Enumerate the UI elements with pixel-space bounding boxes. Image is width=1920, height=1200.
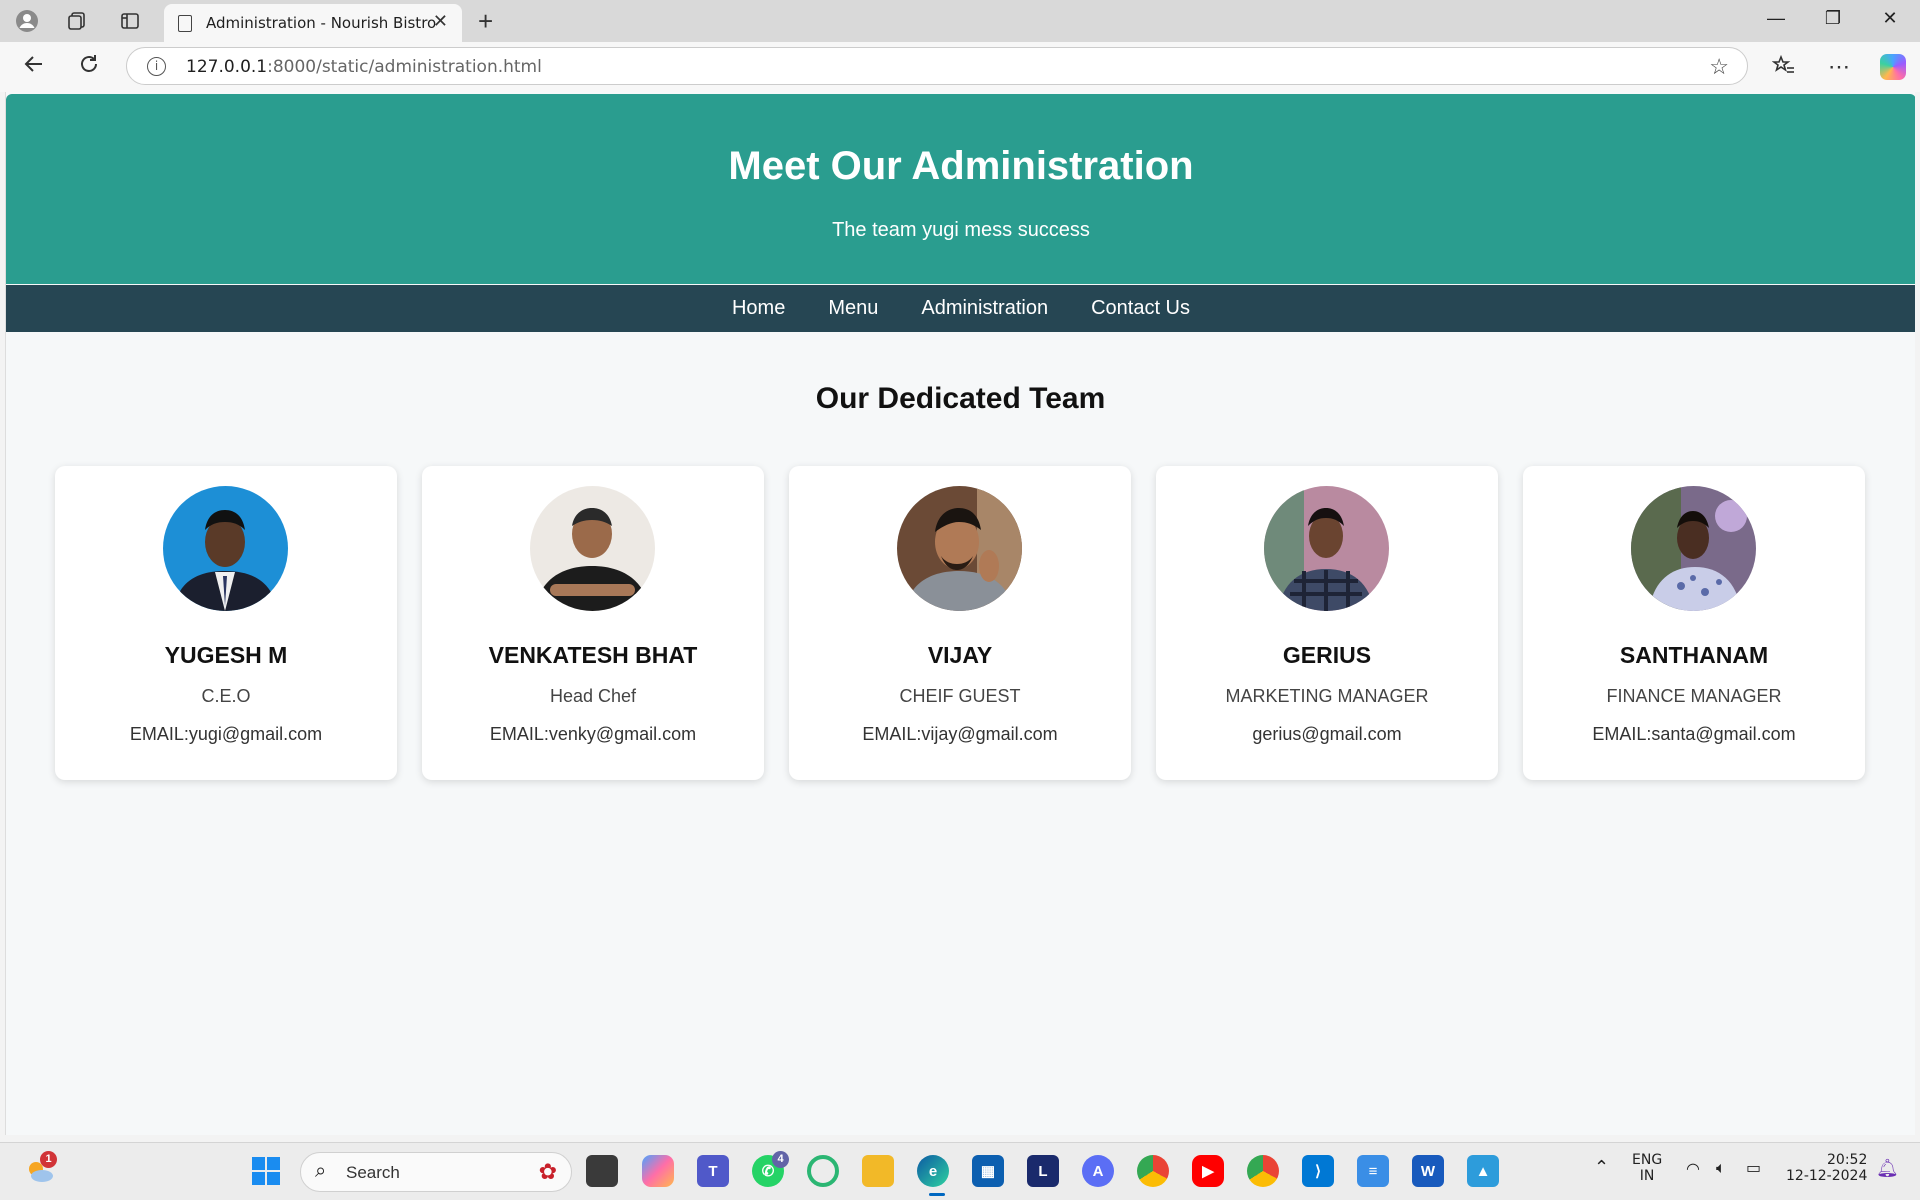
site-info-icon[interactable]: i xyxy=(147,57,166,76)
close-window-icon[interactable]: ✕ xyxy=(1870,8,1910,29)
copilot-icon[interactable] xyxy=(1880,54,1906,80)
member-photo xyxy=(1631,486,1756,611)
search-icon: ⌕ xyxy=(315,1160,327,1182)
chrome-profile-icon[interactable] xyxy=(1247,1155,1279,1187)
address-bar[interactable]: i 127.0.0.1:8000/static/administration.h… xyxy=(126,47,1748,85)
nav-administration[interactable]: Administration xyxy=(921,297,1048,320)
member-email: gerius@gmail.com xyxy=(1252,724,1402,744)
member-photo xyxy=(163,486,288,611)
windows-taskbar: 1 ⌕ Search ✿ T ✆ 4 e ▦ L A ▶ ⟩ ≡ W ▲ ⌃ E… xyxy=(0,1142,1920,1200)
team-cards: YUGESH M C.E.O EMAIL:yugi@gmail.com VENK… xyxy=(55,466,1875,780)
page-icon xyxy=(178,15,192,32)
team-card: YUGESH M C.E.O EMAIL:yugi@gmail.com xyxy=(55,466,397,780)
team-card: VENKATESH BHAT Head Chef EMAIL:venky@gma… xyxy=(422,466,764,780)
collections-icon[interactable] xyxy=(64,8,90,34)
browser-tab-bar: Administration - Nourish Bistro ✕ + — ❐ … xyxy=(0,0,1920,42)
active-tab[interactable]: Administration - Nourish Bistro ✕ xyxy=(164,4,462,42)
team-card: SANTHANAM FINANCE MANAGER EMAIL:santa@gm… xyxy=(1523,466,1865,780)
language-indicator[interactable]: ENG IN xyxy=(1632,1152,1662,1184)
word-icon[interactable]: W xyxy=(1412,1155,1444,1187)
member-photo xyxy=(897,486,1022,611)
page-subtitle: The team yugi mess success xyxy=(832,219,1090,241)
search-label: Search xyxy=(346,1163,400,1182)
teams-icon[interactable]: T xyxy=(697,1155,729,1187)
battery-icon[interactable]: ▭ xyxy=(1746,1158,1761,1177)
member-email: EMAIL:yugi@gmail.com xyxy=(129,724,323,744)
member-name: SANTHANAM xyxy=(1619,642,1769,668)
back-arrow-icon[interactable] xyxy=(22,52,46,83)
section-title: Our Dedicated Team xyxy=(815,382,1106,415)
favorite-star-icon[interactable]: ☆ xyxy=(1709,54,1729,80)
minimize-icon[interactable]: — xyxy=(1756,8,1796,29)
browser-toolbar: i 127.0.0.1:8000/static/administration.h… xyxy=(0,42,1920,92)
volume-icon[interactable]: 🔈︎ xyxy=(1716,1158,1726,1178)
member-name: VENKATESH BHAT xyxy=(488,642,698,668)
copilot-app-icon[interactable] xyxy=(642,1155,674,1187)
language-secondary: IN xyxy=(1639,1168,1655,1184)
member-email: EMAIL:venky@gmail.com xyxy=(489,724,697,744)
profile-icon[interactable] xyxy=(14,8,40,34)
file-explorer-icon[interactable] xyxy=(862,1155,894,1187)
clock-date: 12-12-2024 xyxy=(1786,1168,1868,1184)
vscode-icon[interactable]: ⟩ xyxy=(1302,1155,1334,1187)
arc-app-icon[interactable]: A xyxy=(1082,1155,1114,1187)
web-page: Meet Our Administration The team yugi me… xyxy=(5,92,1915,1135)
task-view-icon[interactable] xyxy=(586,1155,618,1187)
nav-home[interactable]: Home xyxy=(732,297,785,320)
team-card: VIJAY CHEIF GUEST EMAIL:vijay@gmail.com xyxy=(789,466,1131,780)
chrome-icon[interactable] xyxy=(1137,1155,1169,1187)
start-icon[interactable] xyxy=(250,1155,282,1187)
member-role: FINANCE MANAGER xyxy=(1606,686,1782,706)
youtube-icon[interactable]: ▶ xyxy=(1192,1155,1224,1187)
refresh-app-icon[interactable] xyxy=(807,1155,839,1187)
new-tab-icon[interactable]: + xyxy=(478,6,493,37)
hero-banner: Meet Our Administration The team yugi me… xyxy=(6,94,1915,284)
nav-contact-us[interactable]: Contact Us xyxy=(1091,297,1190,320)
photos-icon[interactable]: ▲ xyxy=(1467,1155,1499,1187)
edge-active-indicator xyxy=(929,1193,945,1196)
member-photo xyxy=(530,486,655,611)
clock[interactable]: 20:52 12-12-2024 xyxy=(1786,1152,1867,1184)
member-role: Head Chef xyxy=(549,686,637,706)
team-card: GERIUS MARKETING MANAGER gerius@gmail.co… xyxy=(1156,466,1498,780)
poinsettia-icon: ✿ xyxy=(538,1159,557,1184)
taskbar-search[interactable]: ⌕ Search ✿ xyxy=(300,1152,572,1192)
member-role: CHEIF GUEST xyxy=(899,686,1021,706)
page-title: Meet Our Administration xyxy=(728,144,1194,188)
clock-time: 20:52 xyxy=(1827,1152,1868,1168)
member-email: EMAIL:vijay@gmail.com xyxy=(862,724,1058,744)
member-name: VIJAY xyxy=(927,642,993,668)
main-nav: Home Menu Administration Contact Us xyxy=(6,285,1915,332)
tab-title: Administration - Nourish Bistro xyxy=(206,14,437,32)
whatsapp-badge: 4 xyxy=(772,1151,789,1168)
weather-badge: 1 xyxy=(40,1151,57,1168)
member-role: MARKETING MANAGER xyxy=(1225,686,1429,706)
member-name: GERIUS xyxy=(1282,642,1372,668)
refresh-icon[interactable] xyxy=(77,52,101,83)
restore-icon[interactable]: ❐ xyxy=(1813,8,1853,29)
show-hidden-icons[interactable]: ⌃ xyxy=(1594,1157,1609,1178)
l-app-icon[interactable]: L xyxy=(1027,1155,1059,1187)
notification-bell-icon[interactable]: 🔔︎ xyxy=(1876,1158,1899,1179)
url-text: 127.0.0.1:8000/static/administration.htm… xyxy=(186,57,542,77)
nav-menu[interactable]: Menu xyxy=(828,297,878,320)
edge-icon[interactable]: e xyxy=(917,1155,949,1187)
vertical-tabs-icon[interactable] xyxy=(117,8,143,34)
more-options-icon[interactable]: ⋯ xyxy=(1828,54,1850,80)
favorites-icon[interactable] xyxy=(1771,54,1796,84)
member-name: YUGESH M xyxy=(164,642,288,668)
member-photo xyxy=(1264,486,1389,611)
wifi-icon[interactable]: ◠ xyxy=(1686,1159,1700,1178)
close-tab-icon[interactable]: ✕ xyxy=(433,11,448,32)
store-icon[interactable]: ▦ xyxy=(972,1155,1004,1187)
member-role: C.E.O xyxy=(201,686,251,706)
notepad-icon[interactable]: ≡ xyxy=(1357,1155,1389,1187)
member-email: EMAIL:santa@gmail.com xyxy=(1592,724,1796,744)
language-primary: ENG xyxy=(1632,1152,1663,1168)
